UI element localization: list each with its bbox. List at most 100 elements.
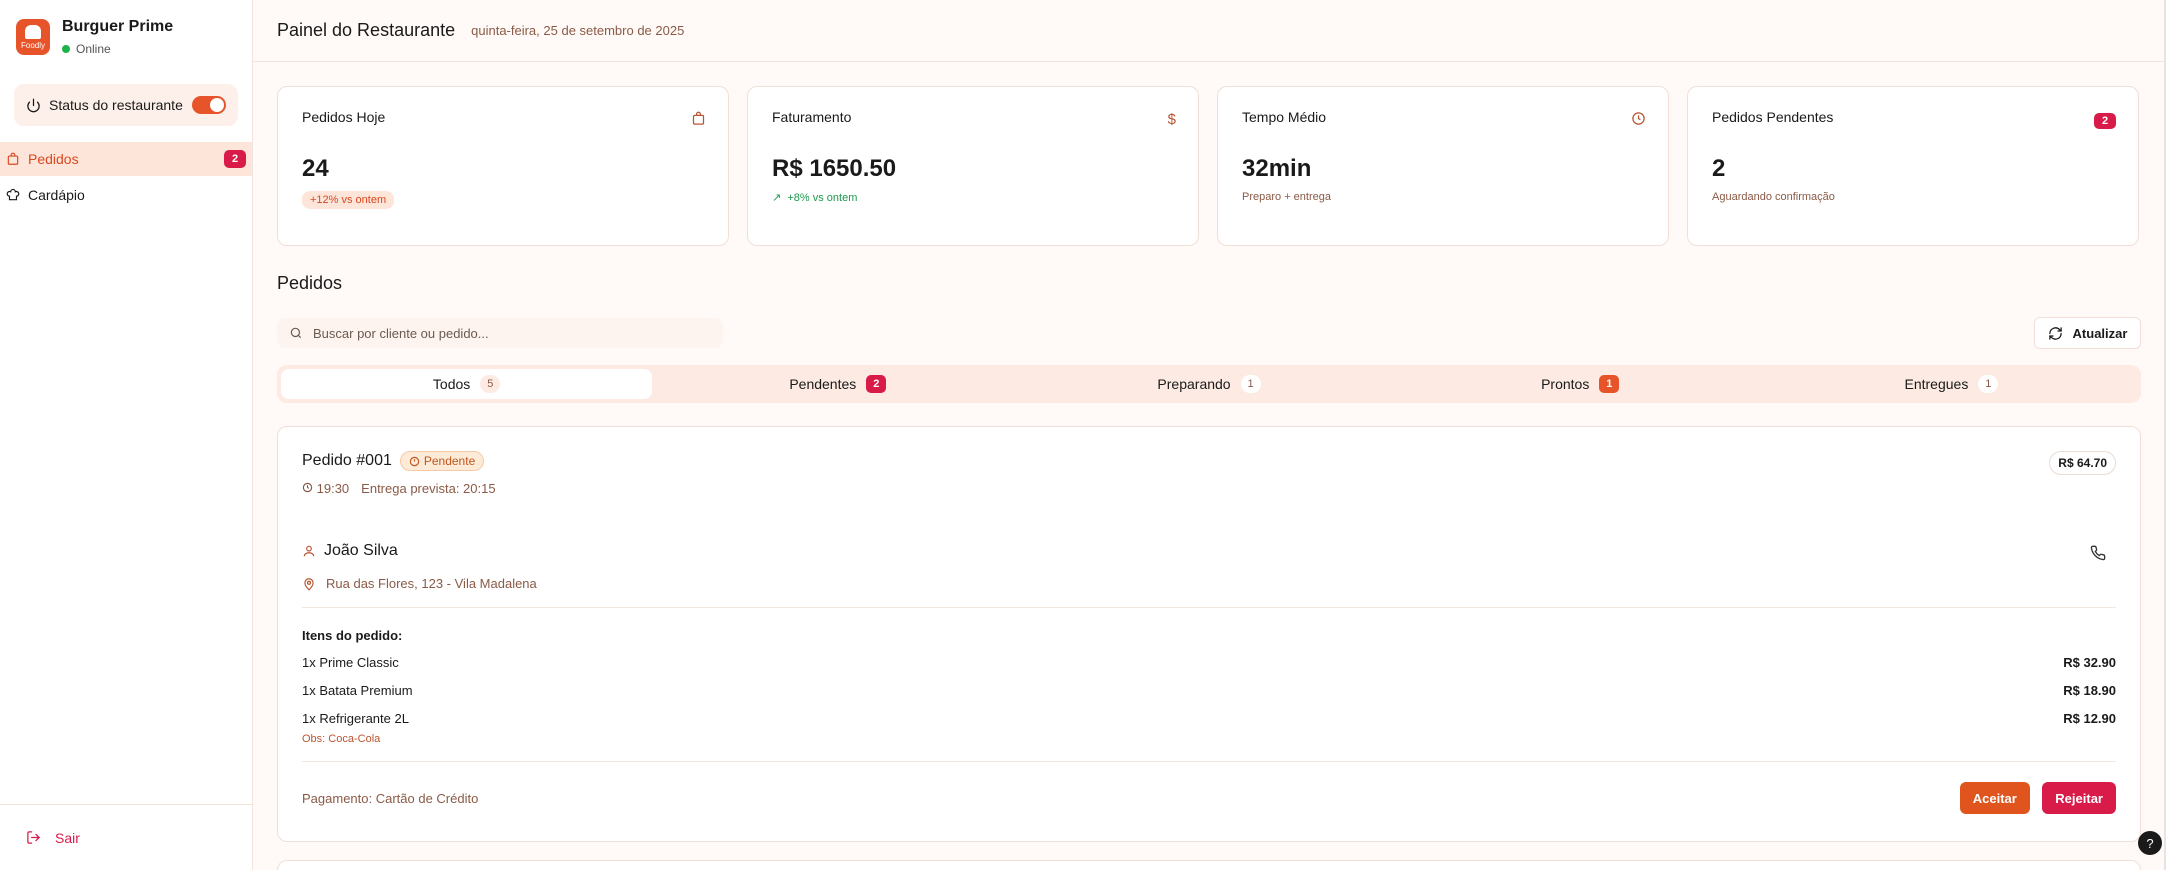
tab-label: Pendentes	[789, 376, 857, 392]
brand-name: Burguer Prime	[62, 18, 174, 35]
online-dot-icon	[62, 45, 70, 53]
items-title: Itens do pedido:	[302, 628, 403, 643]
page-header: Painel do Restaurante quinta-feira, 25 d…	[253, 0, 2166, 62]
power-icon	[27, 98, 40, 112]
bag-icon	[692, 111, 705, 125]
logout-button[interactable]: Sair	[0, 804, 252, 870]
brand: Foodly Burguer Prime Online	[0, 0, 252, 74]
restaurant-status-toggle-row[interactable]: Status do restaurante	[14, 84, 238, 126]
order-header: Pedido #001 Pendente	[302, 451, 2116, 471]
pedidos-count-badge: 2	[224, 150, 246, 168]
tab-count: 1	[1240, 375, 1261, 393]
sidebar-item-pedidos[interactable]: Pedidos 2	[0, 142, 252, 176]
brand-logo: Foodly	[16, 19, 50, 55]
stat-title: Pedidos Hoje	[302, 109, 386, 125]
divider	[302, 607, 2116, 608]
stat-change-row: ↗ +8% vs ontem	[772, 191, 1174, 204]
customer-name: João Silva	[324, 542, 398, 559]
search-placeholder: Buscar por cliente ou pedido...	[313, 325, 489, 341]
order-card: Pedido #001 Pendente R$ 64.70 19:30 Entr…	[277, 426, 2141, 842]
trend-up-icon: ↗	[772, 192, 782, 204]
tab-pendentes[interactable]: Pendentes 2	[652, 369, 1023, 399]
sidebar-item-cardapio[interactable]: Cardápio	[0, 178, 252, 212]
tab-label: Prontos	[1541, 376, 1590, 392]
chef-hat-icon	[25, 24, 41, 39]
tab-prontos[interactable]: Prontos 1	[1395, 369, 1766, 399]
customer-row: João Silva	[302, 542, 2116, 560]
stat-value: 24	[302, 155, 329, 182]
brand-status: Online	[62, 42, 173, 56]
tab-count: 1	[1978, 375, 1999, 393]
divider	[302, 761, 2116, 762]
help-button[interactable]: ?	[2138, 831, 2162, 855]
sidebar-item-label: Cardápio	[28, 187, 85, 203]
refresh-button[interactable]: Atualizar	[2034, 317, 2141, 349]
item-price: R$ 12.90	[2063, 711, 2116, 726]
status-label: Pendente	[423, 454, 476, 468]
stat-title: Pedidos Pendentes	[1712, 109, 1834, 125]
brand-status-label: Online	[76, 42, 111, 56]
clock-icon	[302, 482, 313, 493]
sidebar: Foodly Burguer Prime Online Status do re…	[0, 0, 253, 870]
phone-icon[interactable]	[2090, 545, 2106, 561]
restaurant-status-toggle[interactable]	[192, 96, 226, 114]
tab-label: Entregues	[1904, 376, 1969, 392]
clock-icon	[1632, 112, 1645, 125]
accept-button[interactable]: Aceitar	[1959, 782, 2030, 814]
pending-count-badge: 2	[2094, 113, 2116, 129]
bag-icon	[7, 152, 19, 165]
stat-value: 32min	[1242, 155, 1312, 182]
item-name: 1x Prime Classic	[302, 655, 399, 670]
sidebar-nav: Pedidos 2 Cardápio	[0, 142, 252, 212]
status-badge: Pendente	[399, 451, 485, 471]
list-item: 1x Prime Classic R$ 32.90	[302, 655, 2116, 683]
tab-count: 5	[480, 375, 501, 393]
tab-todos[interactable]: Todos 5	[281, 369, 653, 399]
order-time: 19:30	[302, 481, 349, 496]
item-name: 1x Batata Premium	[302, 683, 413, 698]
restaurant-status-label: Status do restaurante	[49, 97, 183, 113]
stat-card-orders-today: Pedidos Hoje 24 +12% vs ontem	[277, 86, 729, 246]
search-input[interactable]: Buscar por cliente ou pedido...	[277, 318, 723, 348]
stat-change: +12% vs ontem	[302, 191, 395, 209]
address-row: Rua das Flores, 123 - Vila Madalena	[302, 576, 2116, 591]
stat-change: +8% vs ontem	[787, 192, 858, 204]
tab-count: 2	[866, 375, 887, 393]
tab-entregues[interactable]: Entregues 1	[1766, 369, 2137, 399]
stat-card-avg-time: Tempo Médio 32min Preparo + entrega	[1217, 86, 1669, 246]
order-footer: Pagamento: Cartão de Crédito Aceitar Rej…	[302, 782, 2116, 814]
item-price: R$ 18.90	[2063, 683, 2116, 698]
stat-title: Tempo Médio	[1242, 109, 1327, 125]
sidebar-item-label: Pedidos	[28, 151, 79, 167]
tab-preparando[interactable]: Preparando 1	[1023, 369, 1394, 399]
clock-icon	[409, 456, 420, 466]
logo-text: Foodly	[20, 40, 45, 50]
stat-title: Faturamento	[772, 109, 852, 125]
payment-method: Pagamento: Cartão de Crédito	[302, 790, 479, 806]
tab-label: Preparando	[1157, 376, 1231, 392]
stats-row: Pedidos Hoje 24 +12% vs ontem Faturament…	[277, 86, 2141, 246]
search-icon	[290, 327, 302, 339]
stat-sub: Aguardando confirmação	[1712, 191, 1835, 203]
order-time-value: 19:30	[316, 481, 350, 496]
reject-button[interactable]: Rejeitar	[2042, 782, 2116, 814]
order-total: R$ 64.70	[2049, 451, 2116, 475]
stat-card-revenue: Faturamento $ R$ 1650.50 ↗ +8% vs ontem	[747, 86, 1199, 246]
refresh-icon	[2048, 326, 2062, 340]
next-order-card	[277, 860, 2141, 870]
item-price: R$ 32.90	[2063, 655, 2116, 670]
stat-card-pending: Pedidos Pendentes 2 2 Aguardando confirm…	[1687, 86, 2139, 246]
item-note: Obs: Coca-Cola	[302, 733, 381, 745]
page-title: Painel do Restaurante	[277, 20, 456, 40]
stat-sub: Preparo + entrega	[1242, 191, 1331, 203]
user-icon	[303, 545, 315, 557]
chef-hat-icon	[6, 188, 20, 201]
order-eta: Entrega prevista: 20:15	[361, 481, 496, 496]
order-time-row: 19:30 Entrega prevista: 20:15	[302, 481, 2116, 496]
tab-label: Todos	[432, 376, 471, 392]
orders-title: Pedidos	[277, 273, 343, 293]
list-item: 1x Batata Premium R$ 18.90	[302, 683, 2116, 711]
order-id: Pedido #001	[302, 452, 392, 469]
logout-label: Sair	[55, 829, 80, 846]
dollar-icon: $	[1167, 111, 1176, 128]
